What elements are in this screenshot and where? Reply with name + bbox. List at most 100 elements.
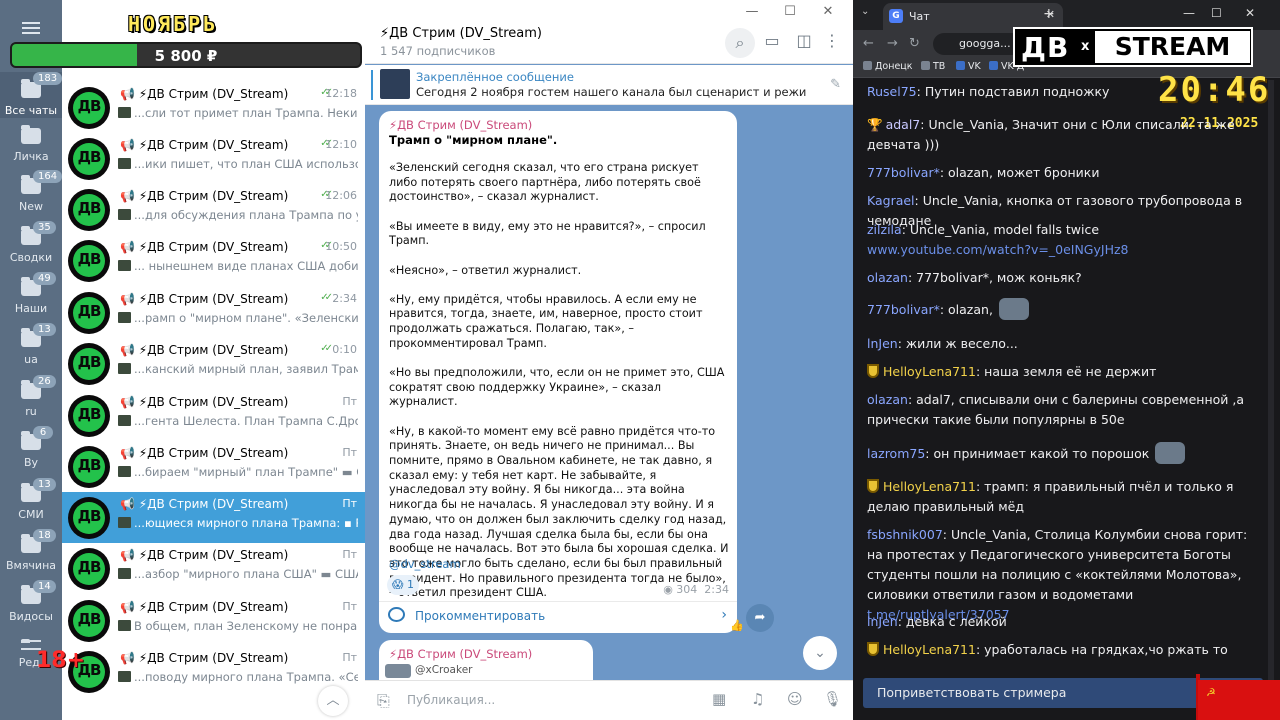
chat-list-item[interactable]: ДВ 📢 ⚡ДВ Стрим (DV_Stream) ✓✓ 12:18 ...сли т… — [62, 82, 365, 133]
emoji-icon[interactable]: ☺ — [787, 690, 803, 708]
search-icon[interactable]: ⌕ — [725, 28, 755, 58]
folder-personal[interactable]: Личка — [0, 122, 62, 172]
post-author[interactable]: ⚡ДВ Стрим (DV_Stream) — [389, 118, 532, 132]
post-author[interactable]: ⚡ДВ Стрим (DV_Stream) — [389, 647, 532, 661]
reload-icon[interactable]: ↻ — [909, 36, 920, 51]
bookmark[interactable]: ТВ — [921, 61, 945, 72]
folder-label: Все чаты — [4, 104, 58, 117]
chat-preview: ... нынешнем виде планах США добиться... — [118, 259, 358, 273]
pinned-message[interactable]: Закреплённое сообщение Сегодня 2 ноября … — [365, 65, 853, 105]
chat-list-item[interactable]: ДВ 📢 ⚡ДВ Стрим (DV_Stream) Пт ...азбор "мир… — [62, 543, 365, 594]
stream-logo: ДВ x STREAM — [1013, 27, 1253, 67]
bookmark[interactable]: VK — [956, 61, 981, 72]
reaction-badge[interactable]: 😱 1 — [387, 575, 419, 595]
chat-time: 2:34 — [332, 292, 357, 305]
chat-username[interactable]: olazan — [867, 392, 908, 407]
chat-username[interactable]: zilzila — [867, 222, 902, 237]
chat-time: 0:10 — [332, 343, 357, 356]
chat-username[interactable]: Rusel75 — [867, 84, 917, 99]
bookmark[interactable]: Донецк — [863, 61, 913, 72]
comment-button[interactable]: Прокомментировать — [415, 609, 545, 623]
chat-list-item[interactable]: ДВ 📢 ⚡ДВ Стрим (DV_Stream) Пт ...бираем "ми… — [62, 441, 365, 492]
pin-icon[interactable]: ✎ — [830, 77, 841, 92]
minimize-button[interactable]: — — [1183, 6, 1195, 20]
quote-avatar — [385, 664, 411, 678]
folder-badge: 35 — [33, 221, 56, 234]
chat-list-item[interactable]: ДВ 📢 ⚡ДВ Стрим (DV_Stream) Пт ...гента Шеле… — [62, 390, 365, 441]
chat-list-item[interactable]: ДВ 📢 ⚡ДВ Стрим (DV_Stream) ✓✓ 12:10 ...ики п… — [62, 133, 365, 184]
chat-scrollbar[interactable] — [1268, 80, 1274, 680]
stream-icon[interactable]: ▭ — [761, 30, 783, 52]
close-button[interactable]: ✕ — [1245, 6, 1255, 20]
chevron-right-icon[interactable]: › — [721, 607, 727, 623]
chat-text: Uncle_Vania, model falls twice — [909, 222, 1100, 237]
chat-title: 📢 ⚡ДВ Стрим (DV_Stream) — [120, 446, 289, 460]
tab-chat[interactable]: G Чат ✕ — [883, 3, 1063, 30]
folder-svodki[interactable]: 35 Сводки — [0, 221, 62, 273]
chat-username[interactable]: lnJen — [867, 336, 898, 351]
microphone-icon[interactable]: 🎙 — [823, 690, 842, 708]
chat-username[interactable]: olazan — [867, 270, 908, 285]
folder-nashi[interactable]: 49 Наши — [0, 272, 62, 324]
chat-username[interactable]: 777bolivar* — [867, 302, 940, 317]
chat-title: 📢 ⚡ДВ Стрим (DV_Stream) — [120, 497, 289, 511]
chat-time: Пт — [342, 600, 357, 613]
chat-list-item[interactable]: ДВ 📢 ⚡ДВ Стрим (DV_Stream) Пт ...поводу мир… — [62, 646, 365, 697]
folder-smi[interactable]: 13 СМИ — [0, 478, 62, 530]
media-thumbnail — [118, 671, 131, 682]
folder-ru[interactable]: 26 ru — [0, 375, 62, 427]
maximize-button[interactable]: ☐ — [1211, 6, 1222, 20]
folder-vmyachina[interactable]: 18 Вмячина — [0, 529, 62, 581]
chat-username[interactable]: HelloyLena711 — [883, 479, 976, 494]
sidebar-toggle-icon[interactable]: ◫ — [793, 30, 815, 52]
chat-list-item[interactable]: ДВ 📢 ⚡ДВ Стрим (DV_Stream) ✓✓ 12:06 ...для о… — [62, 184, 365, 235]
chat-list-item[interactable]: ДВ 📢 ⚡ДВ Стрим (DV_Stream) Пт В общем, план… — [62, 595, 365, 646]
url-field[interactable]: googga... — [933, 33, 1023, 55]
message-input[interactable]: Публикация... — [407, 693, 495, 707]
bell-icon[interactable]: ♫ — [751, 690, 764, 708]
channel-title[interactable]: ⚡ДВ Стрим (DV_Stream) — [380, 26, 542, 41]
chat-list-item[interactable]: ДВ 📢 ⚡ДВ Стрим (DV_Stream) ✓✓ 2:34 ...рамп о… — [62, 287, 365, 338]
scroll-down-button[interactable]: ⌄ — [803, 636, 837, 670]
back-icon[interactable]: ← — [863, 36, 874, 51]
share-button[interactable]: ➦ — [746, 604, 774, 632]
scroll-top-button[interactable]: ︿ — [318, 686, 348, 716]
chat-preview: ...канский мирный план, заявил Трамп. — [118, 362, 358, 376]
folder-videos[interactable]: 14 Видосы — [0, 580, 62, 632]
chat-username[interactable]: fsbshnik007 — [867, 527, 943, 542]
chat-username[interactable]: lazrom75 — [867, 446, 925, 461]
folder-by[interactable]: 6 By — [0, 426, 62, 478]
minimize-button[interactable]: — — [733, 0, 771, 24]
forward-icon[interactable]: → — [887, 36, 898, 51]
chat-text: adal7, списывали они с балерины современ… — [867, 392, 1245, 427]
chat-list-item[interactable]: ДВ 📢 ⚡ДВ Стрим (DV_Stream) ✓✓ 10:50... ныне… — [62, 235, 365, 286]
close-button[interactable]: ✕ — [809, 0, 847, 24]
maximize-button[interactable]: ☐ — [771, 0, 809, 24]
chat-username[interactable]: lnJen — [867, 614, 898, 629]
chat-list-item[interactable]: ДВ 📢 ⚡ДВ Стрим (DV_Stream) ✓✓ 0:10 ...кански… — [62, 338, 365, 389]
media-thumbnail — [118, 312, 131, 323]
pinned-label: Закреплённое сообщение — [416, 70, 574, 84]
tab-title: Чат — [909, 10, 930, 23]
folder-ua[interactable]: 13 ua — [0, 323, 62, 375]
chat-username[interactable]: HelloyLena711 — [883, 364, 976, 379]
paperclip-icon[interactable]: ⎘ — [377, 691, 390, 711]
folder-new[interactable]: 164 New — [0, 170, 63, 222]
calendar-icon[interactable]: ▦ — [712, 690, 726, 708]
pinned-bar — [371, 70, 373, 100]
chat-username[interactable]: 777bolivar* — [867, 165, 940, 180]
chat-list-item[interactable]: ДВ 📢 ⚡ДВ Стрим (DV_Stream) Пт ...ющиеся мир… — [62, 492, 365, 543]
shield-badge-icon — [867, 479, 879, 493]
more-vert-icon[interactable]: ⋮ — [821, 30, 843, 52]
chat-text: Uncle_Vania, Значит они с Юли списали. т… — [867, 117, 1235, 152]
folder-all-chats[interactable]: 183 Все чаты — [0, 72, 63, 118]
chat-username[interactable]: HelloyLena711 — [883, 642, 976, 657]
tab-search-icon[interactable]: ⌄ — [861, 6, 869, 17]
chat-username[interactable]: Kagrael — [867, 193, 915, 208]
chat-message: 🏆 adal7: Uncle_Vania, Значит они с Юли сп… — [867, 117, 1235, 152]
donation-progress-bar: 5 800 ₽ — [10, 42, 362, 68]
new-tab-button[interactable]: + — [1043, 6, 1055, 22]
chat-link[interactable]: www.youtube.com/watch?v=_0eINGyJHz8 — [867, 242, 1129, 257]
post-link[interactable]: @dv_stream — [389, 557, 461, 571]
chat-username[interactable]: adal7 — [886, 117, 921, 132]
